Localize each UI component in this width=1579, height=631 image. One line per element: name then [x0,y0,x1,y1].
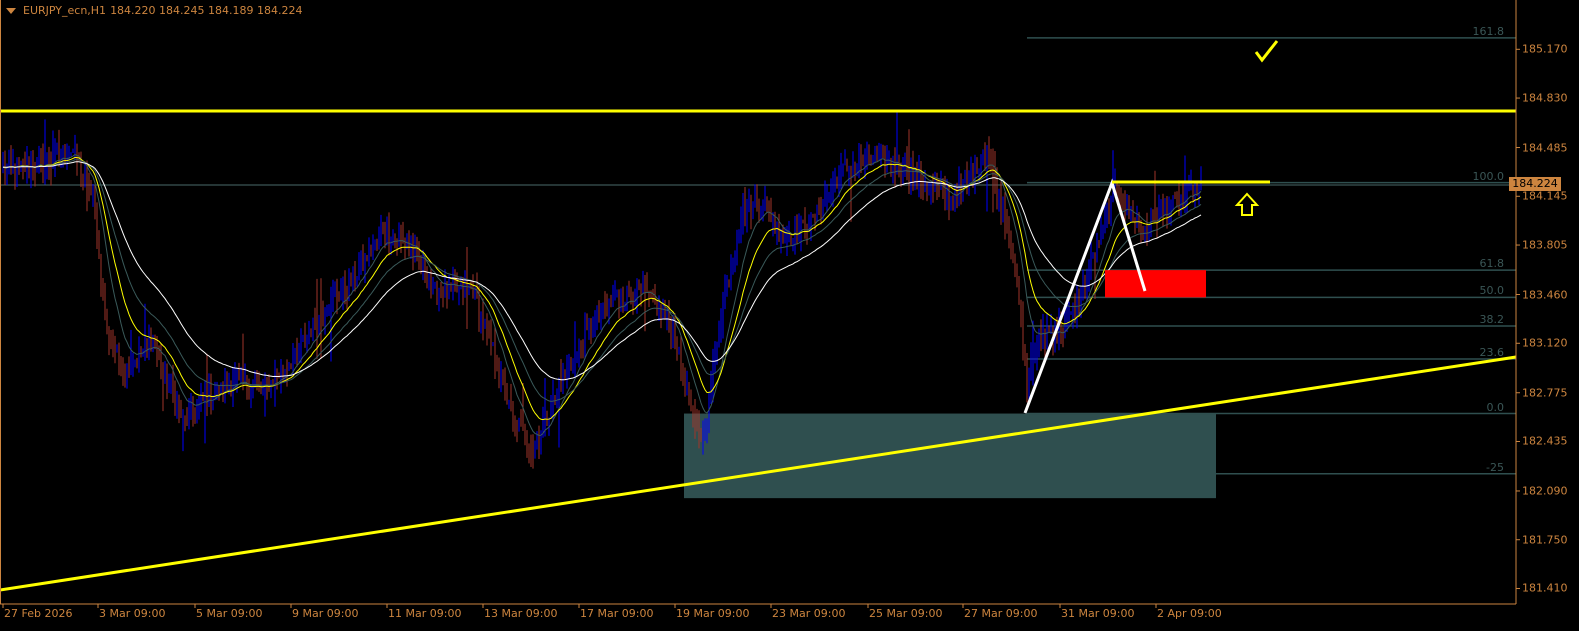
price-tick-label: 184.830 [1522,91,1568,105]
demand-zone [684,413,1216,499]
time-tick-label: 31 Mar 09:00 [1061,607,1135,620]
price-tick-label: 183.460 [1522,288,1568,301]
time-tick-label: 27 Mar 09:00 [964,607,1038,620]
ema-55-line [2,161,1202,381]
price-tick-label: 181.410 [1522,581,1568,595]
price-tick-label: 185.170 [1522,42,1568,56]
sell-zone [1105,270,1206,298]
time-tick-label: 25 Mar 09:00 [869,607,943,620]
fib-level-label: 38.2 [1479,313,1505,327]
price-tick-label: 182.435 [1522,434,1568,448]
ema-12-line [2,154,1202,437]
time-tick-label: 11 Mar 09:00 [388,607,462,620]
time-tick-label: 19 Mar 09:00 [676,607,750,620]
time-tick-label: 13 Mar 09:00 [484,607,558,620]
ema-21-line [2,156,1202,421]
arrow-up-icon [1234,192,1260,216]
time-tick-label: 3 Mar 09:00 [99,607,166,620]
time-tick-label: 2 Apr 09:00 [1157,607,1222,620]
time-tick-label: 23 Mar 09:00 [772,607,846,620]
chart-header: EURJPY_ecn,H1 184.220 184.245 184.189 18… [6,4,303,17]
price-tick-label: 182.090 [1522,484,1568,498]
price-tick-label: 181.750 [1522,533,1568,547]
fib-level-label: 23.6 [1479,346,1505,360]
time-tick-label: 9 Mar 09:00 [292,607,359,620]
fib-level-label: 0.0 [1486,400,1505,414]
time-tick-label: 5 Mar 09:00 [196,607,263,620]
checkmark-icon [1254,40,1279,63]
fib-level-label: 50.0 [1479,284,1505,298]
ohlc-label: 184.220 184.245 184.189 184.224 [110,4,303,17]
dropdown-triangle-icon[interactable] [6,7,16,14]
price-tick-label: 183.805 [1522,238,1568,252]
price-tick-label: 184.145 [1522,189,1568,203]
price-tick-label: 184.485 [1522,141,1568,155]
current-price-label: 184.224 [1509,177,1561,191]
fib-level-label: 61.8 [1479,257,1505,271]
fib-level-label: 100.0 [1472,169,1505,183]
price-tick-label: 183.120 [1522,336,1568,350]
time-tick-label: 17 Mar 09:00 [580,607,654,620]
fib-level-label: 161.8 [1472,24,1505,38]
fib-level-label: -25 [1486,460,1504,474]
price-tick-label: 182.775 [1522,386,1568,400]
ema-34-line [2,159,1202,402]
symbol-label: EURJPY_ecn,H1 [23,4,107,17]
time-tick-label: 27 Feb 2026 [4,607,73,620]
price-chart[interactable] [0,0,1579,631]
